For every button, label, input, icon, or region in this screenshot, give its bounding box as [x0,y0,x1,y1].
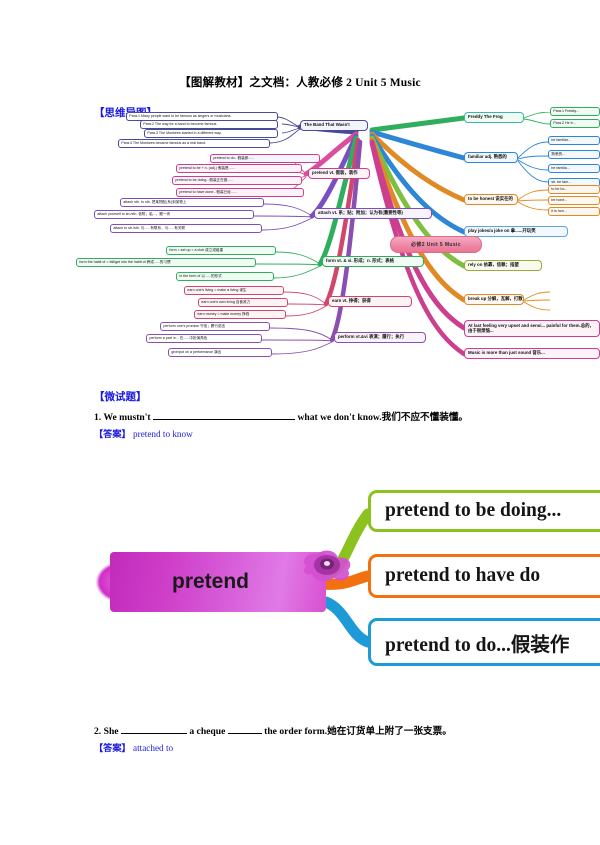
quiz-answer-2: 【答案】 attached to [94,740,173,754]
document-page: 【图解教材】之文档：人教必修 2 Unit 5 Music 【思维导图】 [0,0,600,845]
mindmap-node-to-be-honest[interactable]: to be honest 说实在的 [464,194,518,205]
mindmap-node-at-last-feeling[interactable]: At last feeling very upset and sensi... … [464,320,600,337]
mindmap-node-attach-sth-to-sth[interactable]: attach sth. to sth. 把某物贴(系)到某物上 [120,198,264,207]
mindmap-node-honest-1[interactable]: to be ho... [548,185,600,194]
mindmap-node-play-jokes-on[interactable]: play jokes/a joke on 拿......开玩笑 [464,226,568,237]
mindmap-node-pretend[interactable]: pretend vt. 假装，装作 [308,168,370,179]
mindmap-node-earn-ones-living[interactable]: earn one's living = make a living 谋生 [184,286,284,295]
pretend-center-label: pretend [172,570,250,593]
pretend-branch-to-do[interactable]: pretend to do...假装作 [368,618,600,666]
mindmap-node-honest-2[interactable]: be hone... [548,196,600,205]
mindmap-node-form-the-habit-of[interactable]: form the habit of = fall/get into the ha… [76,258,256,267]
mindmap-node-break-up[interactable]: break up 分解，瓦解，打散 [464,294,524,305]
mindmap-node-pretend-to-have-done[interactable]: pretend to have done...假装已经...... [176,188,304,197]
mindmap-center-node[interactable]: 必修2 Unit 5 Music [390,236,482,253]
mindmap-node-perform-a-part-in[interactable]: perform a part in... 在......中扮演角色 [146,334,262,343]
mindmap-node-freddy-the-frog[interactable]: Freddy The Frog [464,112,524,123]
mindmap-node-para4[interactable]: Para.4 The Monkees became famous as a re… [118,139,270,148]
a2-text: attached to [133,743,174,753]
mindmap-node-music-is-more-than[interactable]: Music is more than just sound 音乐... [464,348,600,359]
mindmap-node-attach[interactable]: attach vt. 系；贴；附加；认为有(重要性等) [314,208,432,219]
a2-tag: 【答案】 [94,743,131,753]
mindmap-node-rely-on[interactable]: rely on 依靠，信赖；指望 [464,260,542,271]
mindmap-node-pretend-to-be-doing[interactable]: pretend to be doing...假装正在做...... [172,176,302,185]
pretend-hub-flower-icon [296,544,362,584]
q2-text-mid: a cheque [189,726,226,737]
pretend-branch-to-be-doing[interactable]: pretend to be doing... [368,490,600,532]
pretend-center-node[interactable]: pretend [110,552,326,612]
mindmap-node-pretend-to-be[interactable]: pretend to be + n. (adj.) 假装是...... [176,164,302,173]
mindmap-node-attach-to[interactable]: attach to sb./sth. 与......有联系，与......有关联 [110,224,262,233]
q1-text-before: We mustn't [103,412,151,423]
mindmap-node-earn-money[interactable]: earn money = make money 挣钱 [194,310,286,319]
q1-blank[interactable] [153,419,296,420]
mindmap-node-pretend-to-do[interactable]: pretend to do...假装即...... [210,154,320,163]
mindmap-node-earn[interactable]: earn vt. 挣得；获得 [328,296,412,307]
a1-text: pretend to know [133,429,193,439]
mindmap-node-form[interactable]: form vt. & vi. 形成；n. 形式；表格 [322,256,424,267]
mindmap-diagram: 必修2 Unit 5 Music The Band That Wasn't Pa… [72,107,600,380]
mindmap-node-form-set-up[interactable]: form = set up = a club 成立或组建 [166,246,276,255]
q2-text-before: She [103,726,119,737]
q2-blank-1[interactable] [120,733,187,734]
quiz-question-1: 1. We mustn't what we don't know.我们不应不懂装… [94,409,468,423]
mindmap-node-honest-3[interactable]: it is hon... [548,207,600,216]
mindmap-node-para3[interactable]: Para.3 The Monkees started in a differen… [144,129,278,138]
pretend-diagram: pretend pretend to be doing... pretend t… [96,470,600,700]
q2-number: 2. [94,726,102,737]
mindmap-node-freddy-para1[interactable]: Para.1 Freddy... [550,107,600,116]
mindmap-node-the-band-that-wasnt[interactable]: The Band That Wasn't [300,120,368,131]
q2-text-after: the order form.她在订货单上附了一张支票。 [264,726,452,737]
a1-tag: 【答案】 [94,429,131,439]
quiz-section-heading: 【微试题】 [94,392,147,403]
mindmap-node-earn-own-living[interactable]: earn one's own living 自食其力 [198,298,288,307]
q1-text-after: what we don't know.我们不应不懂装懂。 [297,412,469,423]
mindmap-node-perform[interactable]: perform vt.&vi 表演；履行；执行 [334,332,426,343]
pretend-branch-to-have-done[interactable]: pretend to have do [368,554,600,598]
quiz-answer-1: 【答案】 pretend to know [94,426,193,440]
mindmap-node-para2[interactable]: Para.2 The way for a band to become famo… [140,120,278,129]
mindmap-node-freddy-para2[interactable]: Para.2 He tr... [550,119,600,128]
mindmap-node-in-the-form-of[interactable]: in the form of 以......的形式 [176,272,274,281]
mindmap-node-familiar-note[interactable]: 熟悉的... [548,150,600,159]
mindmap-node-be-familiar-with[interactable]: be familiar... [548,136,600,145]
mindmap-node-perform-promise[interactable]: perform one's promise 守信；履行诺言 [160,322,270,331]
quiz-question-2: 2. She a cheque the order form.她在订货单上附了一… [94,723,452,737]
mindmap-node-attach-yourself-to[interactable]: attach yourself to sb./sth. 依附；粘...，跟一块 [94,210,254,219]
mindmap-node-give-a-performance[interactable]: give/put on a performance 演出 [168,348,272,357]
mindmap-node-be-familiar-to[interactable]: be familia... [548,164,600,173]
mindmap-node-familiar[interactable]: familiar adj. 熟悉的 [464,152,518,163]
q1-number: 1. [94,412,102,423]
q2-blank-2[interactable] [227,733,262,734]
page-title: 【图解教材】之文档：人教必修 2 Unit 5 Music [179,77,421,89]
